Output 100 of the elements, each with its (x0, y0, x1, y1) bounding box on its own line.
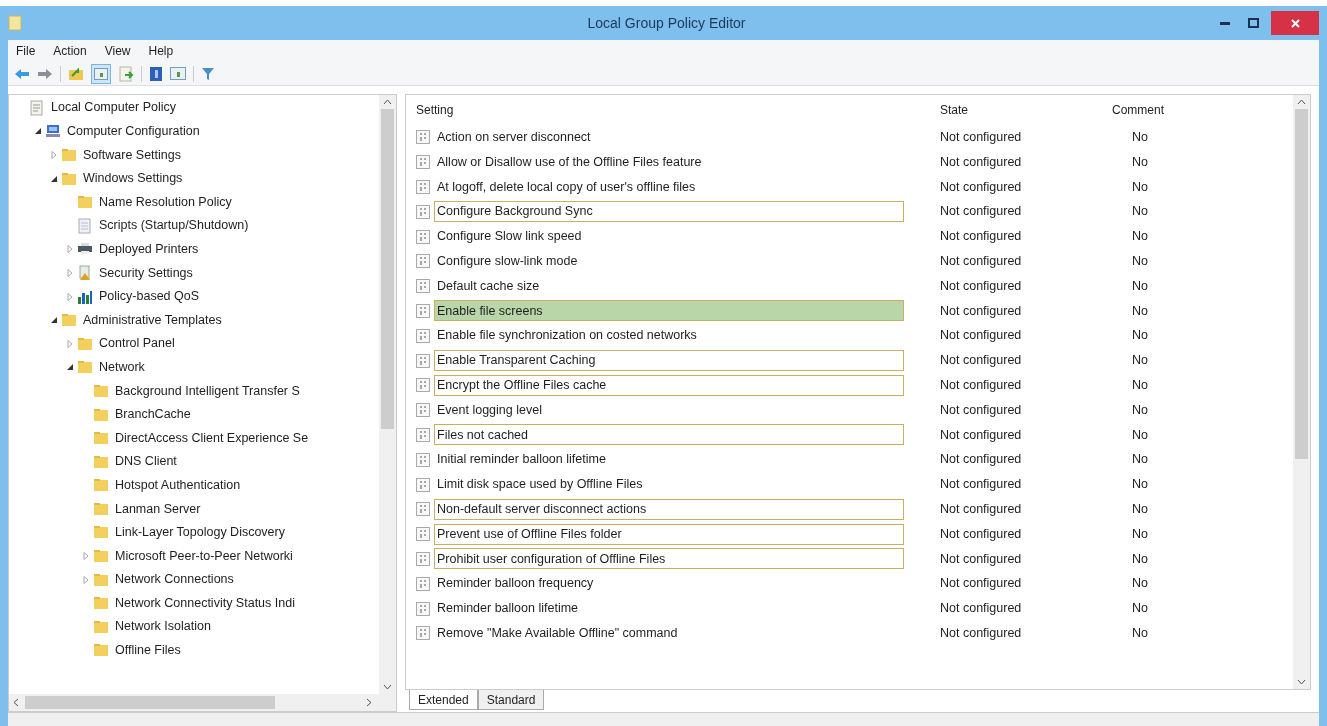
export-icon[interactable] (118, 65, 134, 82)
menu-item[interactable]: Help (146, 42, 176, 60)
tree-item[interactable]: Background Intelligent Transfer S (115, 381, 300, 401)
tree-item[interactable]: Security Settings (99, 263, 193, 283)
table-cell-text: Not configured (939, 624, 1023, 642)
folder-icon (93, 571, 109, 588)
column-header[interactable]: Setting (406, 101, 934, 119)
setting-name[interactable]: Limit disk space used by Offline Files (434, 474, 904, 496)
folder-up-icon[interactable] (68, 66, 84, 81)
table-cell-text: Not configured (939, 476, 1023, 494)
menu-item[interactable]: View (102, 42, 133, 60)
setting-name[interactable]: Non-default server disconnect actions (434, 498, 904, 520)
setting-name[interactable]: Action on server disconnect (434, 126, 904, 148)
tree-item[interactable]: Software Settings (83, 145, 181, 165)
scroll-thumb[interactable] (381, 109, 394, 429)
tree-item[interactable]: Deployed Printers (99, 240, 199, 259)
tab[interactable]: Extended (409, 690, 478, 710)
menu-item[interactable]: File (14, 42, 38, 60)
show-tree-button[interactable] (91, 63, 111, 84)
tree-item[interactable]: Link-Layer Topology Discovery (115, 523, 285, 542)
setting-name[interactable]: Reminder balloon frequency (434, 573, 904, 595)
tree-item[interactable]: Network Connectivity Status Indi (115, 593, 295, 613)
maximize-icon (1247, 18, 1259, 28)
document-icon (29, 99, 45, 116)
setting-name[interactable]: Prevent use of Offline Files folder (434, 523, 904, 545)
policy-setting-icon (416, 155, 430, 170)
table-cell-text: No (1131, 600, 1149, 618)
close-icon (1290, 18, 1300, 28)
folder-icon (77, 359, 93, 376)
setting-name[interactable]: Default cache size (434, 275, 904, 297)
table-cell-text: Not configured (939, 253, 1023, 270)
setting-name[interactable]: Configure Background Sync (434, 201, 904, 223)
setting-name[interactable]: Enable file synchronization on costed networks (434, 325, 904, 347)
setting-name[interactable]: Reminder balloon lifetime (434, 598, 904, 620)
tree-item[interactable]: Offline Files (115, 641, 181, 660)
policy-setting-icon (416, 477, 430, 492)
scroll-thumb[interactable] (1295, 109, 1308, 459)
folder-icon (61, 312, 77, 329)
table-cell-text: No (1131, 525, 1149, 543)
menu-item[interactable]: Action (51, 42, 89, 60)
policy-setting-icon (416, 551, 430, 566)
table-cell-text: No (1131, 228, 1149, 246)
setting-name[interactable]: Enable file screens (434, 300, 904, 322)
tree-item[interactable]: Scripts (Startup/Shutdown) (99, 216, 249, 236)
policy-setting-icon (416, 328, 430, 343)
panel-icon[interactable] (170, 67, 186, 80)
tree-item[interactable]: Hotspot Authentication (115, 475, 241, 495)
tree-item[interactable]: Lanman Server (115, 499, 201, 519)
tree-item[interactable]: DNS Client (115, 452, 177, 472)
tree-item[interactable]: Local Computer Policy (51, 98, 177, 118)
column-header[interactable]: Comment (1106, 101, 1266, 119)
folder-icon (77, 194, 93, 211)
help-book-icon[interactable] (149, 65, 163, 82)
forward-arrow-icon[interactable] (37, 67, 53, 80)
folder-icon (93, 382, 109, 399)
tree-item[interactable]: Network (99, 357, 145, 377)
tree-item[interactable]: Network Isolation (115, 617, 211, 637)
table-cell-text: No (1131, 253, 1149, 270)
folder-icon (93, 406, 109, 423)
setting-name[interactable]: Encrypt the Offline Files cache (434, 374, 904, 396)
setting-name[interactable]: Files not cached (434, 424, 904, 446)
tree-item[interactable]: Policy-based QoS (99, 287, 200, 306)
table-cell-text: No (1131, 277, 1149, 295)
table-cell-text: Not configured (939, 178, 1023, 196)
vertical-scrollbar[interactable] (379, 95, 396, 694)
policy-setting-icon (416, 279, 430, 294)
setting-name[interactable]: Configure slow-link mode (434, 250, 904, 272)
back-arrow-icon[interactable] (14, 67, 30, 80)
tree-item[interactable]: Name Resolution Policy (99, 192, 232, 212)
policy-setting-icon (416, 353, 430, 368)
setting-name[interactable]: At logoff, delete local copy of user's offline files (434, 176, 904, 198)
setting-name[interactable]: Configure Slow link speed (434, 226, 904, 248)
setting-name[interactable]: Initial reminder balloon lifetime (434, 449, 904, 471)
tab[interactable]: Standard (477, 690, 545, 710)
folder-icon (93, 642, 109, 659)
setting-name[interactable]: Remove "Make Available Offline" command (434, 622, 904, 644)
table-cell-text: No (1131, 302, 1149, 320)
folder-icon (93, 548, 109, 565)
column-header[interactable]: State (934, 101, 1106, 119)
tree-item[interactable]: Computer Configuration (67, 122, 200, 141)
filter-icon[interactable] (201, 66, 215, 81)
table-cell-text: No (1131, 500, 1149, 518)
close-button[interactable] (1271, 11, 1319, 35)
scroll-thumb[interactable] (25, 696, 275, 709)
setting-name[interactable]: Event logging level (434, 399, 904, 421)
tree-item[interactable]: Control Panel (99, 334, 175, 354)
tree-item[interactable]: BranchCache (115, 405, 191, 424)
tree-item[interactable]: Microsoft Peer-to-Peer Networki (115, 546, 293, 566)
table-cell-text: Not configured (939, 550, 1023, 568)
horizontal-scrollbar[interactable] (9, 694, 396, 711)
setting-name[interactable]: Enable Transparent Caching (434, 350, 904, 372)
tree-item[interactable]: Windows Settings (83, 169, 183, 188)
setting-name[interactable]: Prohibit user configuration of Offline Files (434, 548, 904, 570)
setting-name[interactable]: Allow or Disallow use of the Offline Files feature (434, 151, 904, 173)
table-cell-text: No (1131, 352, 1149, 370)
tree-item[interactable]: Network Connections (115, 570, 234, 590)
vertical-scrollbar[interactable] (1293, 95, 1310, 689)
table-cell-text: Not configured (939, 129, 1023, 146)
tree-item[interactable]: DirectAccess Client Experience Se (115, 428, 309, 448)
tree-item[interactable]: Administrative Templates (83, 310, 222, 330)
